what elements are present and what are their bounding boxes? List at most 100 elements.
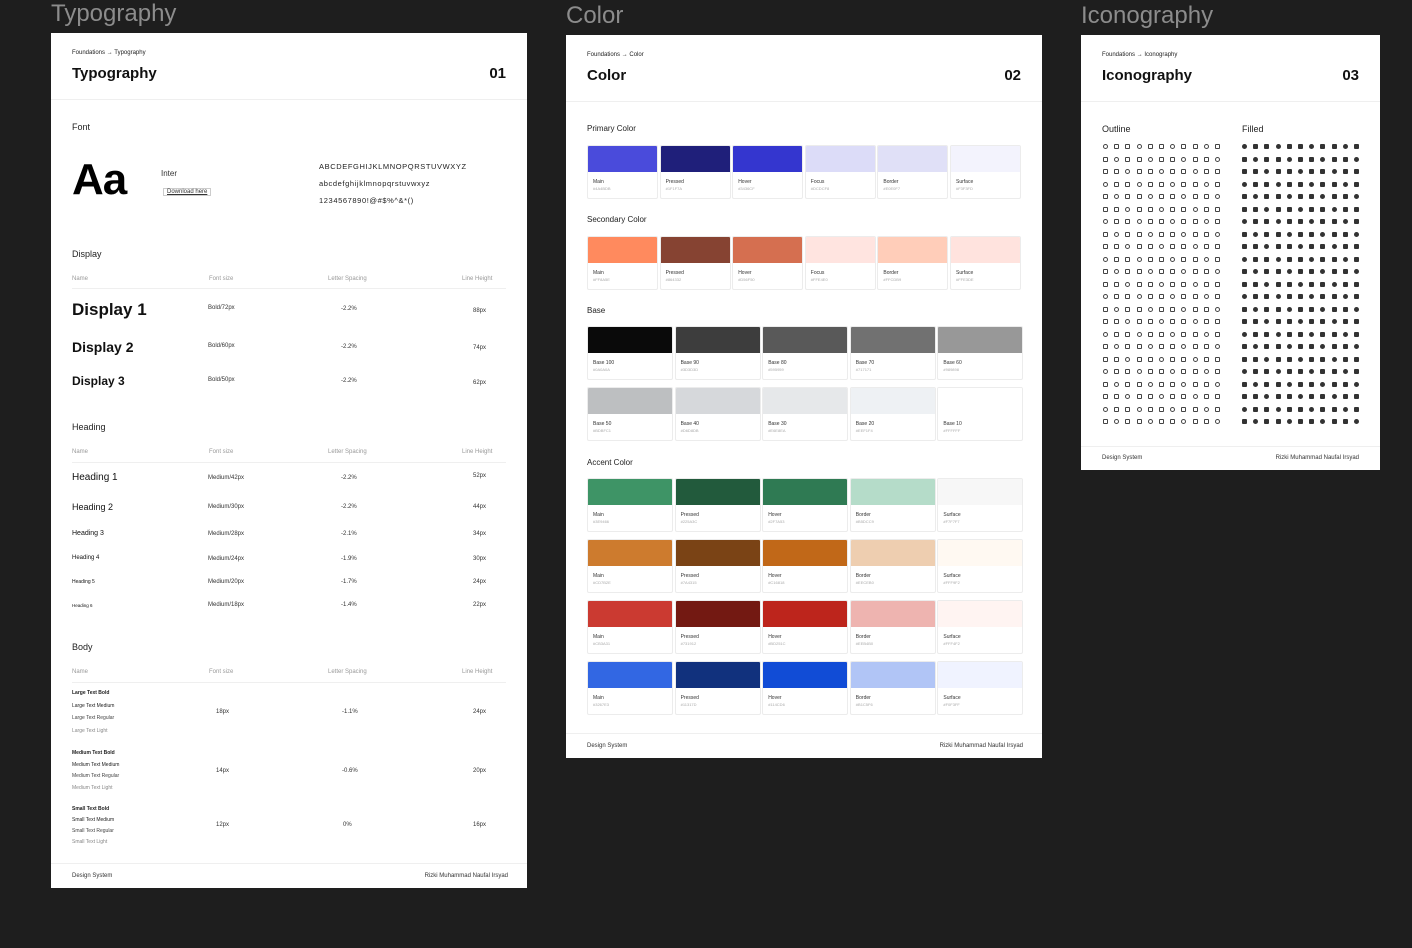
- swatch-name: Pressed: [680, 512, 699, 518]
- color-swatch[interactable]: Surface #F0F3FF: [937, 661, 1024, 715]
- swatch-name: Base 60: [943, 360, 962, 366]
- filled-icon: [1242, 281, 1247, 287]
- color-swatch[interactable]: Surface #FFF4F2: [937, 600, 1024, 654]
- filled-icon: [1242, 331, 1247, 337]
- outline-icon: [1214, 181, 1220, 187]
- outline-icon: [1147, 406, 1153, 412]
- color-swatch[interactable]: Base 90 #3D3D3D: [674, 326, 761, 380]
- filled-icon: [1286, 394, 1292, 399]
- color-swatch[interactable]: Pressed #731912: [674, 600, 761, 654]
- color-swatch[interactable]: Hover #2F7A53: [762, 478, 849, 532]
- filled-icon: [1297, 281, 1303, 287]
- color-swatch[interactable]: Border #E0E0F7: [877, 145, 949, 199]
- typography-frame[interactable]: Foundations → Typography Typography 01 F…: [51, 33, 527, 888]
- display-1-line: 88px: [473, 308, 487, 314]
- color-swatch[interactable]: Base 100 #0A0A0A: [587, 326, 673, 380]
- color-swatch[interactable]: Pressed #7A4315: [674, 539, 761, 593]
- color-swatch[interactable]: Pressed #864332: [659, 236, 731, 290]
- outline-icon: [1170, 194, 1176, 199]
- filled-icon: [1297, 231, 1303, 237]
- outline-icon: [1103, 231, 1108, 237]
- color-swatch[interactable]: Base 10 #FFFFFF: [937, 387, 1024, 441]
- font-name: Inter: [161, 169, 178, 178]
- lowercase-glyphs: abcdefghijklmnopqrstuvwxyz: [319, 179, 431, 188]
- swatch-color: [763, 540, 848, 566]
- frame-label-iconography[interactable]: Iconography: [1081, 2, 1213, 30]
- color-swatch[interactable]: Border #EEB4B0: [849, 600, 936, 654]
- outline-icon: [1170, 244, 1176, 249]
- color-swatch[interactable]: Base 20 #EEF1F4: [849, 387, 936, 441]
- color-swatch[interactable]: Hover #BD251C: [762, 600, 849, 654]
- color-swatch[interactable]: Main #3E9466: [587, 478, 673, 532]
- color-swatch[interactable]: Hover #3436CF: [732, 145, 804, 199]
- filled-icon: [1275, 144, 1281, 149]
- color-swatch[interactable]: Main #4A4BDB: [587, 145, 658, 199]
- outline-icon: [1158, 181, 1164, 187]
- swatch-color: [951, 146, 1020, 172]
- outline-icon: [1125, 419, 1131, 424]
- filled-icon: [1309, 231, 1315, 237]
- breadcrumb: Foundations → Color: [587, 52, 644, 58]
- outline-icon: [1147, 244, 1153, 249]
- color-swatch[interactable]: Border #B5DCC9: [849, 478, 936, 532]
- color-swatch[interactable]: Base 80 #595959: [762, 326, 849, 380]
- color-swatch[interactable]: Base 50 #BDBFC1: [587, 387, 673, 441]
- color-swatch[interactable]: Hover #114CD6: [762, 661, 849, 715]
- color-swatch[interactable]: Pressed #1F1F7A: [659, 145, 731, 199]
- color-swatch[interactable]: Surface #FFF9F2: [937, 539, 1024, 593]
- swatch-hex: #3D3D3D: [680, 367, 699, 372]
- color-swatch[interactable]: Pressed #225A3C: [674, 478, 761, 532]
- color-swatch[interactable]: Focus #DCDCF8: [804, 145, 876, 199]
- heading-5-name: Heading 5: [72, 579, 95, 585]
- outline-icon: [1170, 319, 1176, 324]
- color-swatch[interactable]: Border #B1C5F6: [849, 661, 936, 715]
- color-swatch[interactable]: Base 70 #717171: [849, 326, 936, 380]
- digit-glyphs: 1234567890!@#$%^&*(): [319, 196, 414, 205]
- color-swatch[interactable]: Surface #FFE3DE: [950, 236, 1021, 290]
- color-swatch[interactable]: Surface #F7F7F7: [937, 478, 1024, 532]
- color-swatch[interactable]: Hover #C16818: [762, 539, 849, 593]
- color-swatch[interactable]: Border #FFCDB9: [877, 236, 949, 290]
- swatch-name: Base 80: [768, 360, 787, 366]
- color-swatch[interactable]: Base 40 #D6D8DB: [674, 387, 761, 441]
- filled-icon: [1320, 394, 1326, 399]
- outline-icon: [1214, 356, 1220, 362]
- outline-icon: [1181, 381, 1187, 387]
- frame-label-typography[interactable]: Typography: [51, 0, 176, 28]
- outline-icon: [1170, 256, 1176, 262]
- color-swatch[interactable]: Base 60 #989898: [937, 326, 1024, 380]
- page-number: 03: [1342, 67, 1359, 84]
- iconography-frame[interactable]: Foundations → Iconography Iconography 03…: [1081, 35, 1380, 470]
- download-link[interactable]: Download here: [163, 188, 212, 196]
- divider: [566, 101, 1042, 102]
- color-swatch[interactable]: Base 30 #E6E8EA: [762, 387, 849, 441]
- swatch-hex: #D6D8DB: [680, 428, 699, 433]
- swatch-name: Surface: [943, 573, 961, 579]
- color-frame[interactable]: Foundations → Color Color 02 Primary Col…: [566, 35, 1042, 758]
- heading-2-size: Medium/30px: [208, 504, 245, 510]
- filled-icon: [1342, 244, 1348, 249]
- filled-icon: [1242, 344, 1247, 349]
- filled-icon: [1264, 331, 1270, 337]
- outline-icon: [1158, 231, 1164, 237]
- color-swatch[interactable]: Hover #D56F50: [732, 236, 804, 290]
- outline-icon: [1192, 356, 1198, 362]
- swatch-color: [763, 662, 848, 688]
- outline-icon: [1103, 219, 1108, 224]
- color-swatch[interactable]: Main #CD7B2E: [587, 539, 673, 593]
- color-swatch[interactable]: Focus #FFE4E0: [804, 236, 876, 290]
- color-swatch[interactable]: Pressed #11317D: [674, 661, 761, 715]
- color-swatch[interactable]: Main #CB3A31: [587, 600, 673, 654]
- filled-icon: [1264, 219, 1270, 224]
- swatch-name: Base 70: [855, 360, 875, 366]
- swatch-hex: #FFF9F2: [943, 580, 960, 585]
- color-swatch[interactable]: Main #FF8A5E: [587, 236, 658, 290]
- col-line-height: Line Height: [462, 669, 493, 675]
- color-swatch[interactable]: Main #3267E3: [587, 661, 673, 715]
- frame-label-color[interactable]: Color: [566, 2, 623, 30]
- filled-icon: [1342, 219, 1348, 224]
- outline-icon: [1147, 319, 1153, 324]
- color-swatch[interactable]: Border #EECEB0: [849, 539, 936, 593]
- outline-icon: [1103, 344, 1108, 349]
- color-swatch[interactable]: Surface #F3F3FD: [950, 145, 1021, 199]
